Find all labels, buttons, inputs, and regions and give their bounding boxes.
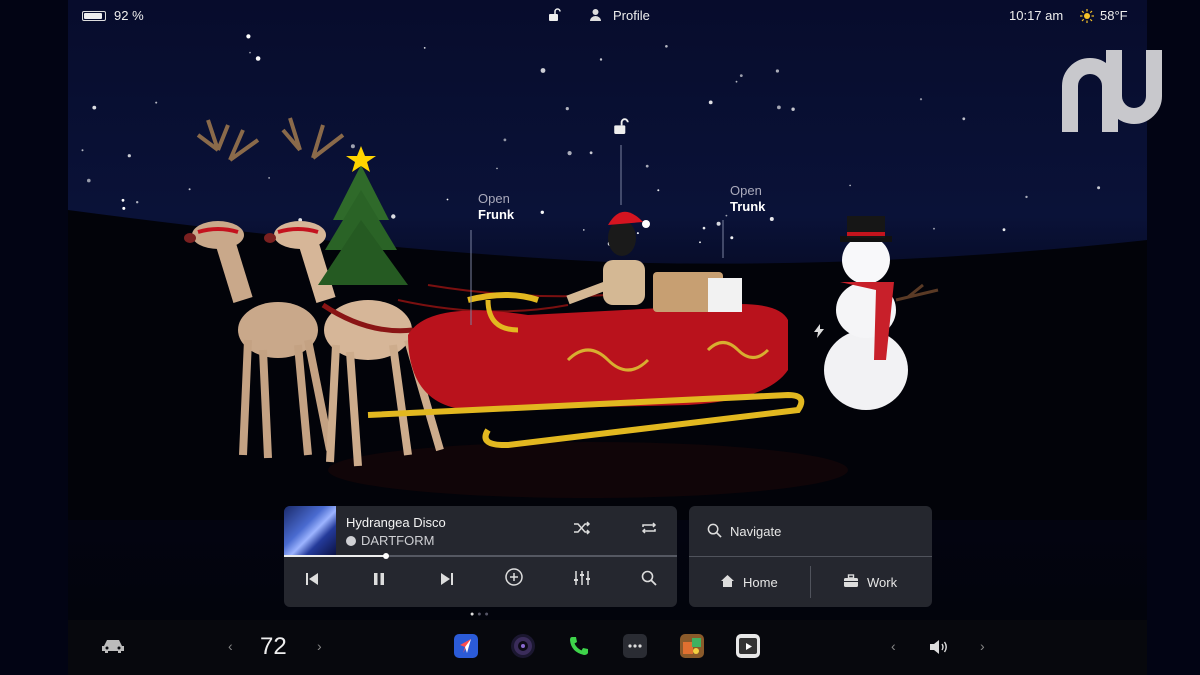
- media-search-icon[interactable]: [635, 568, 663, 596]
- work-button[interactable]: Work: [867, 575, 897, 590]
- previous-icon[interactable]: [298, 568, 326, 596]
- home-icon: [720, 574, 735, 593]
- open-trunk-button[interactable]: Open Trunk: [730, 183, 765, 215]
- equalizer-icon[interactable]: [568, 568, 596, 596]
- add-icon[interactable]: [500, 568, 528, 596]
- briefcase-icon: [843, 574, 859, 593]
- divider: [689, 556, 932, 557]
- search-icon: [707, 523, 722, 543]
- cabin-temperature[interactable]: 72: [260, 633, 287, 661]
- lock-open-icon[interactable]: [613, 118, 629, 139]
- repeat-icon[interactable]: [635, 517, 663, 545]
- volume-down-chevron[interactable]: ‹: [891, 638, 896, 654]
- navigation-app-icon[interactable]: [454, 634, 478, 658]
- more-apps-icon[interactable]: [623, 634, 647, 658]
- theater-app-icon[interactable]: [736, 634, 760, 658]
- home-button[interactable]: Home: [743, 575, 778, 590]
- car-icon[interactable]: [101, 638, 125, 659]
- media-player: Hydrangea Disco DARTFORM: [284, 506, 677, 607]
- spotify-icon: [346, 536, 356, 546]
- progress-knob[interactable]: [383, 553, 390, 559]
- song-title: Hydrangea Disco: [346, 515, 446, 530]
- next-icon[interactable]: [433, 568, 461, 596]
- divider: [810, 566, 811, 598]
- charge-bolt-icon[interactable]: [813, 324, 825, 343]
- playback-progress[interactable]: [284, 555, 677, 557]
- vehicle-screen: 92 % Profile 10:17 am 58°F Open Frunk Op…: [68, 0, 1147, 675]
- volume-icon[interactable]: [929, 639, 949, 660]
- open-frunk-button[interactable]: Open Frunk: [478, 191, 514, 223]
- album-art[interactable]: [284, 506, 336, 556]
- holiday-scene: [68, 117, 1147, 520]
- temp-down-chevron[interactable]: ‹: [228, 638, 233, 654]
- temp-up-chevron[interactable]: ›: [317, 638, 322, 654]
- pause-icon[interactable]: [365, 568, 393, 596]
- camera-app-icon[interactable]: [511, 634, 535, 658]
- phone-app-icon[interactable]: [567, 634, 591, 658]
- volume-up-chevron[interactable]: ›: [980, 638, 985, 654]
- channel-logo: [1062, 50, 1162, 132]
- driver-figure: [566, 211, 650, 305]
- artist-name: DARTFORM: [346, 533, 434, 548]
- navigate-search-input[interactable]: Navigate: [730, 524, 781, 539]
- navigation-card: Navigate Home Work: [689, 506, 932, 607]
- shuffle-icon[interactable]: [568, 517, 596, 545]
- page-indicator: ●●●: [470, 611, 492, 618]
- arcade-app-icon[interactable]: [680, 634, 704, 658]
